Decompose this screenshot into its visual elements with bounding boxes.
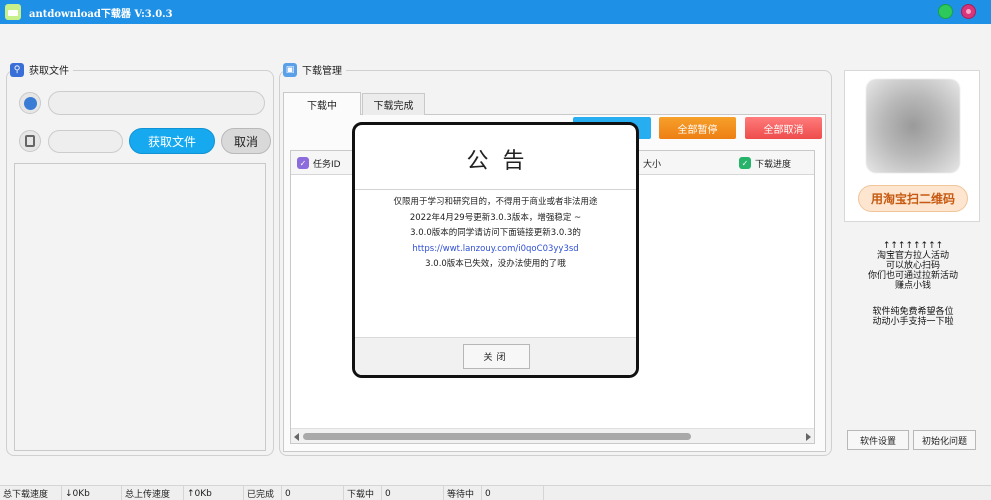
update-link[interactable]: https://wwt.lanzouy.com/i0qoC03yy3sd [355, 242, 636, 258]
status-bar: 总下载速度 ↓0Kb 总上传速度 ↑0Kb 已完成 0 下载中 0 等待中 0 [0, 485, 991, 500]
dialog-message: 仅限用于学习和研究目的，不得用于商业或者非法用途 2022年4月29号更新3.0… [355, 195, 636, 273]
title-bar: antdownload下载器 V:3.0.3 [0, 0, 991, 24]
dialog-divider [355, 189, 636, 190]
dialog-line: 2022年4月29号更新3.0.3版本，增强稳定 ~ [409, 212, 582, 223]
app-logo-icon [5, 4, 21, 20]
promo-line: 你们也可通过拉新活动 [867, 271, 958, 281]
fetch-result-box[interactable] [14, 163, 266, 451]
cancel-all-button[interactable]: 全部取消 [745, 117, 822, 139]
extract-code-input[interactable] [48, 130, 123, 153]
checkmark-icon: ✓ [739, 157, 751, 169]
fetch-file-title: 获取文件 [29, 66, 69, 77]
lock-icon [19, 130, 41, 152]
scroll-right-arrow-icon[interactable] [806, 433, 811, 441]
tab-downloading[interactable]: 下载中 [283, 92, 361, 115]
cancel-fetch-button[interactable]: 取消 [221, 128, 271, 154]
tab-completed[interactable]: 下载完成 [362, 93, 425, 115]
fetch-file-group-title: ⚲ 获取文件 [10, 62, 73, 77]
initialization-issue-button[interactable]: 初始化问题 [913, 430, 976, 450]
column-task-id-label: 任务ID [313, 159, 341, 170]
promo-line: 动动小手支持一下啦 [872, 317, 954, 327]
dialog-line: 3.0.0版本的同学请访问下面链接更新3.0.3的 [410, 228, 581, 238]
column-size-label: 大小 [643, 159, 662, 170]
qr-code-card: 用淘宝扫二维码 [844, 70, 980, 222]
search-icon: ⚲ [10, 62, 24, 77]
select-all-checkbox-icon[interactable]: ✓ [297, 157, 309, 169]
announcement-dialog: 公告 仅限用于学习和研究目的，不得用于商业或者非法用途 2022年4月29号更新… [352, 122, 639, 378]
horizontal-scrollbar[interactable] [291, 428, 814, 443]
download-management-group-title: ▣ 下载管理 [283, 62, 346, 77]
dialog-line: 3.0.0版本已失效，没办法使用的了哦 [425, 259, 566, 269]
minimize-button[interactable] [938, 4, 953, 19]
qr-code-image [866, 79, 960, 173]
column-size[interactable]: 大小 [643, 151, 661, 175]
download-speed-value: ↓0Kb [62, 486, 122, 500]
download-management-title: 下载管理 [302, 66, 342, 77]
qr-code-label: 用淘宝扫二维码 [858, 185, 968, 212]
promo-line: 赚点小钱 [894, 281, 931, 291]
downloading-label: 下载中 [344, 486, 382, 500]
close-window-button[interactable] [961, 4, 976, 19]
fetch-file-button[interactable]: 获取文件 [129, 128, 215, 154]
promo-text: ↑↑↑↑↑↑↑↑ 淘宝官方拉人活动 可以放心扫码 你们也可通过拉新活动 赚点小钱… [846, 241, 980, 327]
folder-icon: ▣ [283, 62, 297, 77]
download-speed-label: 总下载速度 [0, 486, 62, 500]
promo-line: 可以放心扫码 [885, 261, 940, 271]
upload-speed-value: ↑0Kb [184, 486, 244, 500]
pause-all-button[interactable]: 全部暂停 [659, 117, 736, 139]
promo-line: 淘宝官方拉人活动 [876, 251, 949, 261]
column-progress[interactable]: ✓ 下载进度 [739, 151, 791, 175]
dialog-title: 公告 [466, 149, 539, 174]
dialog-close-button[interactable]: 关闭 [463, 344, 530, 369]
dialog-footer: 关闭 [355, 337, 636, 375]
promo-arrows: ↑↑↑↑↑↑↑↑ [882, 241, 944, 251]
downloading-count: 0 [382, 486, 444, 500]
waiting-label: 等待中 [444, 486, 482, 500]
window-title: antdownload下载器 V:3.0.3 [29, 8, 173, 20]
scroll-left-arrow-icon[interactable] [294, 433, 299, 441]
share-url-input[interactable] [48, 91, 265, 115]
dialog-line: 仅限用于学习和研究目的，不得用于商业或者非法用途 [393, 197, 598, 207]
waiting-count: 0 [482, 486, 544, 500]
upload-speed-label: 总上传速度 [122, 486, 184, 500]
completed-label: 已完成 [244, 486, 282, 500]
software-settings-button[interactable]: 软件设置 [847, 430, 909, 450]
completed-count: 0 [282, 486, 344, 500]
promo-line: 软件纯免费希望各位 [872, 307, 954, 317]
column-progress-label: 下载进度 [755, 159, 792, 170]
globe-icon [19, 92, 41, 114]
scrollbar-thumb[interactable] [303, 433, 691, 440]
column-task-id[interactable]: ✓ 任务ID [297, 151, 341, 175]
